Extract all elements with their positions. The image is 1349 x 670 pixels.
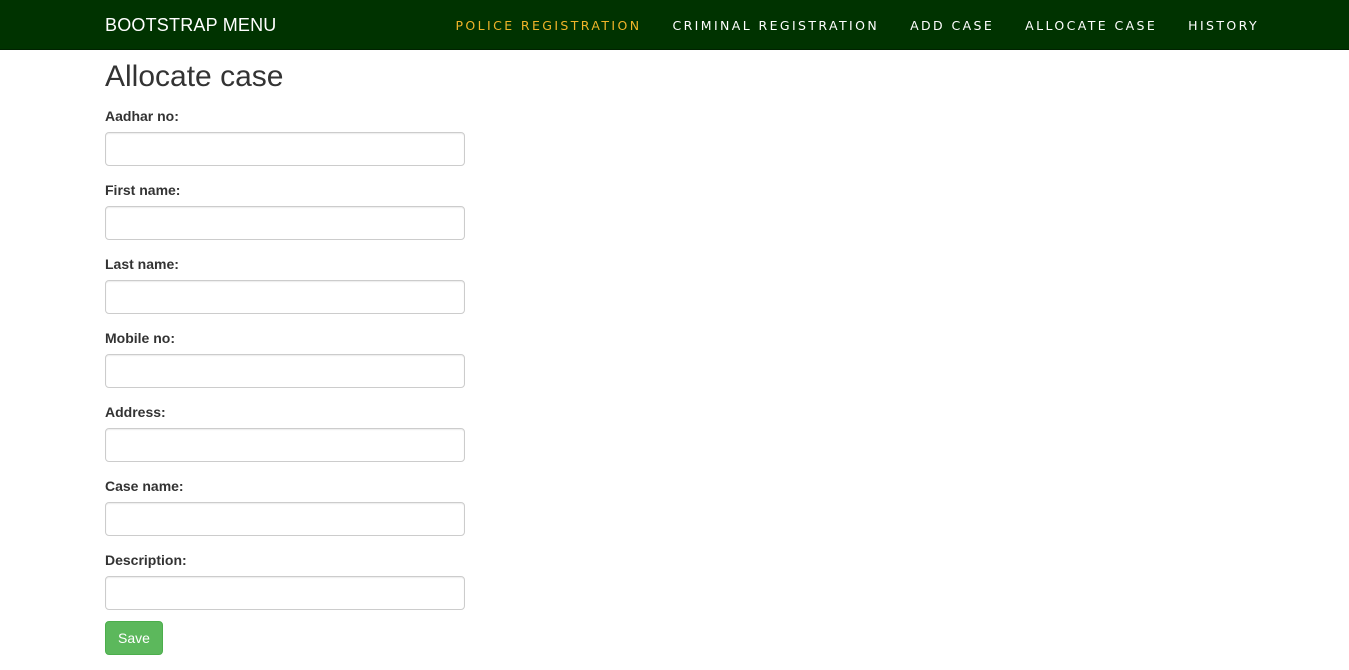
case-name-input[interactable] (105, 502, 465, 536)
mobile-input[interactable] (105, 354, 465, 388)
save-button[interactable]: Save (105, 621, 163, 655)
form-group-description: Description: (105, 548, 505, 622)
aadhar-input[interactable] (105, 132, 465, 166)
top-navbar: BOOTSTRAP MENU POLICE REGISTRATION CRIMI… (0, 0, 1349, 50)
last-name-input[interactable] (105, 280, 465, 314)
navbar-brand[interactable]: BOOTSTRAP MENU (105, 14, 277, 36)
aadhar-label: Aadhar no: (105, 108, 179, 124)
main-container: Allocate case Aadhar no: First name: Las… (105, 51, 505, 655)
page-title: Allocate case (105, 60, 284, 93)
form-group-mobile: Mobile no: (105, 326, 505, 400)
nav-item-police-registration[interactable]: POLICE REGISTRATION (455, 18, 641, 33)
description-label: Description: (105, 552, 187, 568)
mobile-label: Mobile no: (105, 330, 175, 346)
description-input[interactable] (105, 576, 465, 610)
form-group-case-name: Case name: (105, 474, 505, 548)
navbar-menu: POLICE REGISTRATION CRIMINAL REGISTRATIO… (424, 0, 1259, 50)
nav-item-history[interactable]: HISTORY (1188, 18, 1259, 33)
allocate-case-form: Aadhar no: First name: Last name: Mobile… (105, 104, 505, 622)
form-group-last-name: Last name: (105, 252, 505, 326)
form-group-aadhar: Aadhar no: (105, 104, 505, 178)
nav-item-add-case[interactable]: ADD CASE (910, 18, 994, 33)
form-group-first-name: First name: (105, 178, 505, 252)
address-input[interactable] (105, 428, 465, 462)
first-name-label: First name: (105, 182, 181, 198)
nav-item-allocate-case[interactable]: ALLOCATE CASE (1025, 18, 1157, 33)
last-name-label: Last name: (105, 256, 179, 272)
first-name-input[interactable] (105, 206, 465, 240)
case-name-label: Case name: (105, 478, 184, 494)
form-group-address: Address: (105, 400, 505, 474)
address-label: Address: (105, 404, 166, 420)
nav-item-criminal-registration[interactable]: CRIMINAL REGISTRATION (672, 18, 879, 33)
